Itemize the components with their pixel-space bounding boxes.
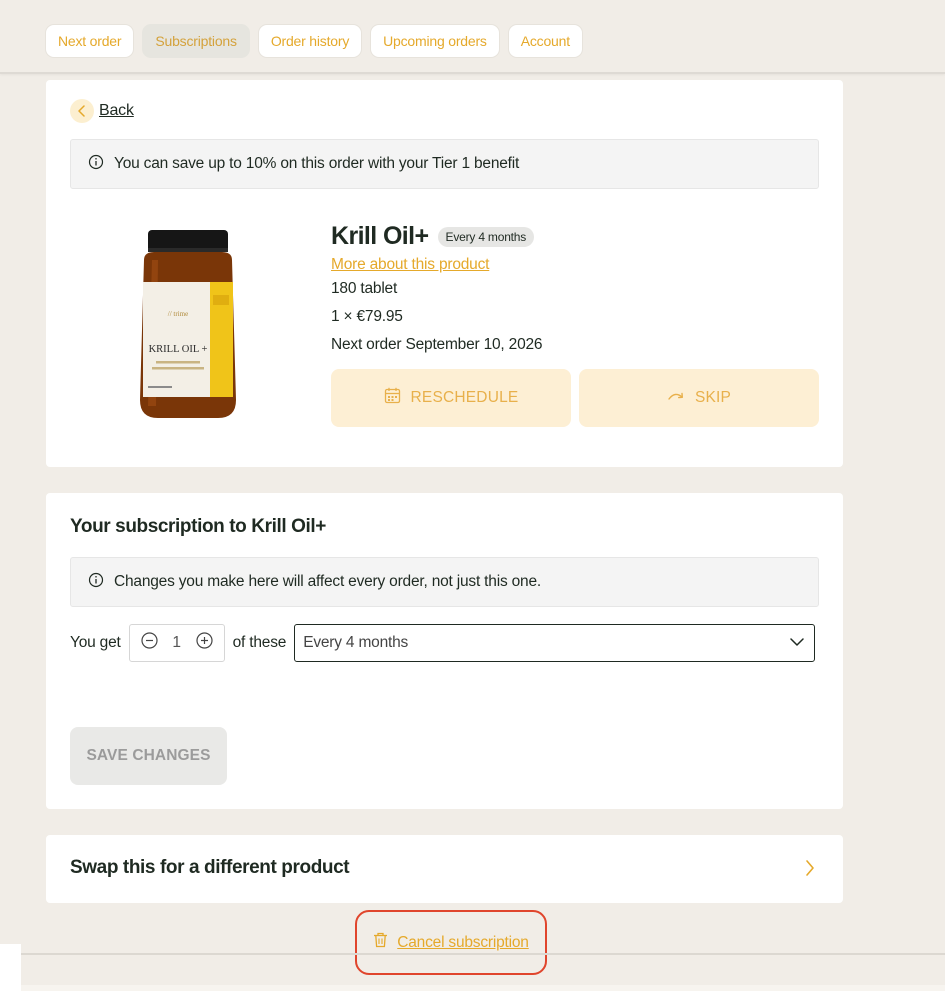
corner-panel: [0, 944, 21, 991]
info-icon: [88, 154, 104, 175]
tier-benefit-notice: You can save up to 10% on this order wit…: [70, 139, 819, 189]
changes-notice-text: Changes you make here will affect every …: [114, 573, 541, 590]
product-name: Krill Oil+: [331, 222, 429, 250]
skip-label: SKIP: [694, 389, 732, 406]
product-card: Back You can save up to 10% on this orde…: [46, 80, 843, 467]
subscription-settings-card: Your subscription to Krill Oil+ Changes …: [46, 493, 843, 809]
calendar-icon: [384, 387, 401, 409]
product-size: 180 tablet: [331, 280, 398, 297]
skip-arrow-icon: [667, 389, 685, 407]
tab-upcoming-orders[interactable]: Upcoming orders: [370, 24, 500, 58]
of-these-label: of these: [232, 634, 287, 651]
tab-subscriptions[interactable]: Subscriptions: [142, 24, 250, 58]
footer-strip: [0, 985, 945, 991]
reschedule-label: RESCHEDULE: [410, 389, 519, 406]
footer-divider: [0, 953, 945, 955]
save-changes-button[interactable]: SAVE CHANGES: [70, 727, 227, 785]
quantity-stepper: 1: [128, 624, 225, 662]
skip-button[interactable]: SKIP: [579, 369, 819, 427]
quantity-value[interactable]: 1: [172, 634, 181, 652]
product-price: 1 × €79.95: [331, 308, 403, 325]
svg-text:// trime: // trime: [168, 310, 188, 318]
cancel-subscription-label: Cancel subscription: [397, 933, 529, 951]
back-link[interactable]: Back: [70, 99, 134, 123]
subscription-title: Your subscription to Krill Oil+: [70, 516, 326, 537]
chevron-left-icon: [70, 99, 94, 123]
plus-circle-icon[interactable]: [196, 632, 213, 654]
more-about-product-link[interactable]: More about this product: [331, 256, 489, 274]
you-get-label: You get: [70, 634, 121, 651]
product-label-text: KRILL OIL +: [149, 344, 208, 355]
tab-order-history[interactable]: Order history: [257, 24, 363, 58]
product-title-row: Krill Oil+ Every 4 months: [331, 222, 535, 251]
frequency-selected-value: Every 4 months: [303, 634, 409, 651]
minus-circle-icon[interactable]: [141, 632, 158, 654]
tab-account[interactable]: Account: [507, 24, 583, 58]
next-order-date: Next order September 10, 2026: [331, 336, 543, 353]
top-navigation-bar: Next order Subscriptions Order history U…: [0, 0, 945, 74]
tier-benefit-text: You can save up to 10% on this order wit…: [114, 155, 520, 172]
swap-product-card[interactable]: Swap this for a different product: [46, 835, 843, 903]
back-label: Back: [99, 102, 134, 119]
changes-notice: Changes you make here will affect every …: [70, 557, 819, 607]
info-icon: [88, 572, 104, 593]
cancel-subscription-link[interactable]: Cancel subscription: [355, 910, 547, 975]
tab-next-order[interactable]: Next order: [45, 24, 135, 58]
chevron-right-icon: [805, 857, 815, 884]
reschedule-button[interactable]: RESCHEDULE: [331, 369, 571, 427]
product-image[interactable]: // trime KRILL OIL +: [138, 230, 238, 420]
quantity-frequency-row: You get 1 of these Every 4 months: [70, 624, 816, 662]
account-tabs: Next order Subscriptions Order history U…: [45, 24, 583, 58]
chevron-down-icon: [790, 634, 804, 652]
swap-product-title: Swap this for a different product: [70, 857, 350, 878]
frequency-select[interactable]: Every 4 months: [294, 624, 816, 662]
frequency-badge: Every 4 months: [437, 226, 535, 247]
trash-icon: [373, 932, 388, 953]
